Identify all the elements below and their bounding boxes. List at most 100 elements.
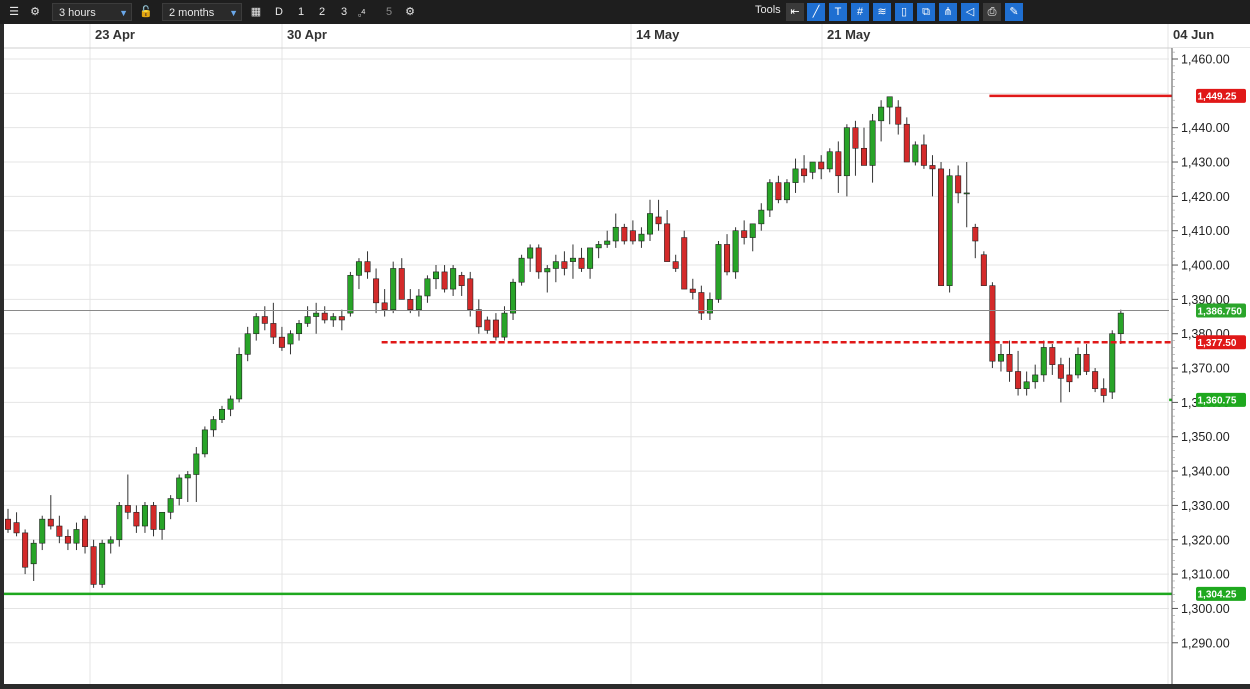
candle-down	[852, 127, 859, 149]
candle-up	[518, 257, 525, 283]
candle-up	[501, 312, 508, 338]
level-tag: 1,449.25	[1198, 92, 1237, 103]
candle-up	[432, 271, 439, 280]
candle-up	[826, 151, 833, 170]
candle-down	[475, 309, 482, 328]
candle-up	[595, 244, 602, 249]
y-tick-label: 1,350.00	[1181, 430, 1230, 444]
period-button-1[interactable]: 1	[298, 3, 304, 21]
candle-up	[843, 127, 850, 177]
text-tool-icon[interactable]: T	[829, 3, 847, 21]
period-button-2[interactable]: 2	[319, 3, 325, 21]
candle-down	[629, 230, 636, 242]
y-tick-label: 1,410.00	[1181, 224, 1230, 238]
candle-down	[124, 505, 131, 513]
candle-down	[484, 319, 491, 331]
candle-up	[963, 192, 970, 195]
candle-down	[681, 237, 688, 290]
y-tick-label: 1,440.00	[1181, 121, 1230, 135]
candle-up	[176, 477, 183, 499]
y-tick-label: 1,320.00	[1181, 533, 1230, 547]
x-tick-label: 14 May	[636, 27, 680, 42]
toolbar: ☰ ⚙ 3 hours ▼ 🔓 2 months ▼ ▦ D 1 2 3 ▫4 …	[0, 0, 1250, 25]
candle-down	[895, 106, 902, 125]
candle-down	[64, 536, 71, 544]
line-tool-icon[interactable]: ╱	[807, 3, 825, 21]
candle-down	[381, 302, 388, 310]
period-button-5[interactable]: 5	[386, 3, 392, 21]
candle-up	[732, 230, 739, 273]
candle-up	[390, 268, 397, 310]
level-lines	[4, 94, 1202, 596]
candle-down	[90, 546, 97, 585]
chart-area[interactable]: 23 Apr 30 Apr 14 May 21 May 04 Jun 1,460.00 1…	[4, 24, 1250, 684]
candle-up	[715, 244, 722, 300]
candle-up	[159, 511, 166, 530]
candle-tool-icon[interactable]: ▯	[895, 3, 913, 21]
back-arrow-icon[interactable]: ⇤	[786, 3, 804, 21]
candle-down	[1006, 354, 1013, 372]
candle-down	[278, 336, 285, 348]
settings-icon[interactable]: ⚙	[27, 3, 43, 21]
candle-up	[415, 295, 422, 310]
y-tick-label: 1,340.00	[1181, 465, 1230, 479]
candle-down	[22, 532, 29, 568]
candle-up	[604, 240, 611, 245]
candle-up	[99, 542, 106, 585]
candle-up	[210, 419, 217, 431]
print-icon[interactable]: ⎙	[983, 3, 1001, 21]
x-tick-label: 30 Apr	[287, 27, 327, 42]
candle-up	[758, 209, 765, 225]
candle-down	[321, 312, 328, 321]
candle-down	[133, 511, 140, 527]
candle-down	[535, 247, 542, 273]
candle-down	[407, 299, 414, 310]
candle-down	[561, 261, 568, 269]
price-chart: 23 Apr 30 Apr 14 May 21 May 04 Jun 1,460.001…	[4, 24, 1250, 684]
candle-up	[313, 312, 320, 317]
candle-down	[1100, 388, 1107, 396]
y-tick-label: 1,430.00	[1181, 156, 1230, 170]
channel-tool-icon[interactable]: ⧉	[917, 3, 935, 21]
shape-tool-icon[interactable]: ◁	[961, 3, 979, 21]
candle-down	[492, 319, 499, 338]
candle-down	[338, 316, 345, 321]
candle-down	[920, 144, 927, 166]
candle-down	[1049, 347, 1056, 365]
period-button-3[interactable]: 3	[341, 3, 347, 21]
current-price-tag: 1,386.750	[1198, 306, 1243, 317]
candle-down	[4, 518, 12, 530]
candle-up	[878, 106, 885, 122]
pitchfork-tool-icon[interactable]: ⋔	[939, 3, 957, 21]
candle-up	[219, 408, 226, 420]
period-button-4[interactable]: ▫4	[358, 3, 365, 21]
fib-tool-icon[interactable]: ≋	[873, 3, 891, 21]
lock-icon[interactable]: 🔓	[138, 3, 154, 21]
range-select[interactable]: 2 months ▼	[162, 3, 242, 21]
candle-up	[1023, 381, 1030, 389]
x-tick-label: 21 May	[827, 27, 871, 42]
calendar-icon[interactable]: ▦	[248, 3, 264, 21]
interval-select[interactable]: 3 hours ▼	[52, 3, 132, 21]
draw-settings-icon[interactable]: ✎	[1005, 3, 1023, 21]
candle-down	[47, 518, 54, 527]
bottom-border	[0, 684, 1250, 688]
x-axis-labels: 23 Apr 30 Apr 14 May 21 May 04 Jun	[95, 27, 1214, 42]
y-tick-label: 1,400.00	[1181, 259, 1230, 273]
candle-up	[1117, 312, 1124, 335]
candle-down	[689, 288, 696, 293]
menu-icon[interactable]: ☰	[6, 3, 22, 21]
candle-up	[706, 299, 713, 314]
candle-up	[330, 316, 337, 321]
candle-down	[56, 525, 63, 537]
candle-down	[373, 278, 380, 304]
gear-icon[interactable]: ⚙	[402, 3, 418, 21]
candle-up	[869, 120, 876, 166]
candle-down	[1057, 364, 1064, 379]
candle-up	[766, 182, 773, 211]
candle-down	[989, 285, 996, 362]
grid-tool-icon[interactable]: #	[851, 3, 869, 21]
candle-up	[184, 474, 191, 479]
y-axis: 1,460.00 1,440.00 1,430.00 1,420.00 1,410.00…	[1171, 48, 1250, 684]
period-button-d[interactable]: D	[275, 3, 283, 21]
